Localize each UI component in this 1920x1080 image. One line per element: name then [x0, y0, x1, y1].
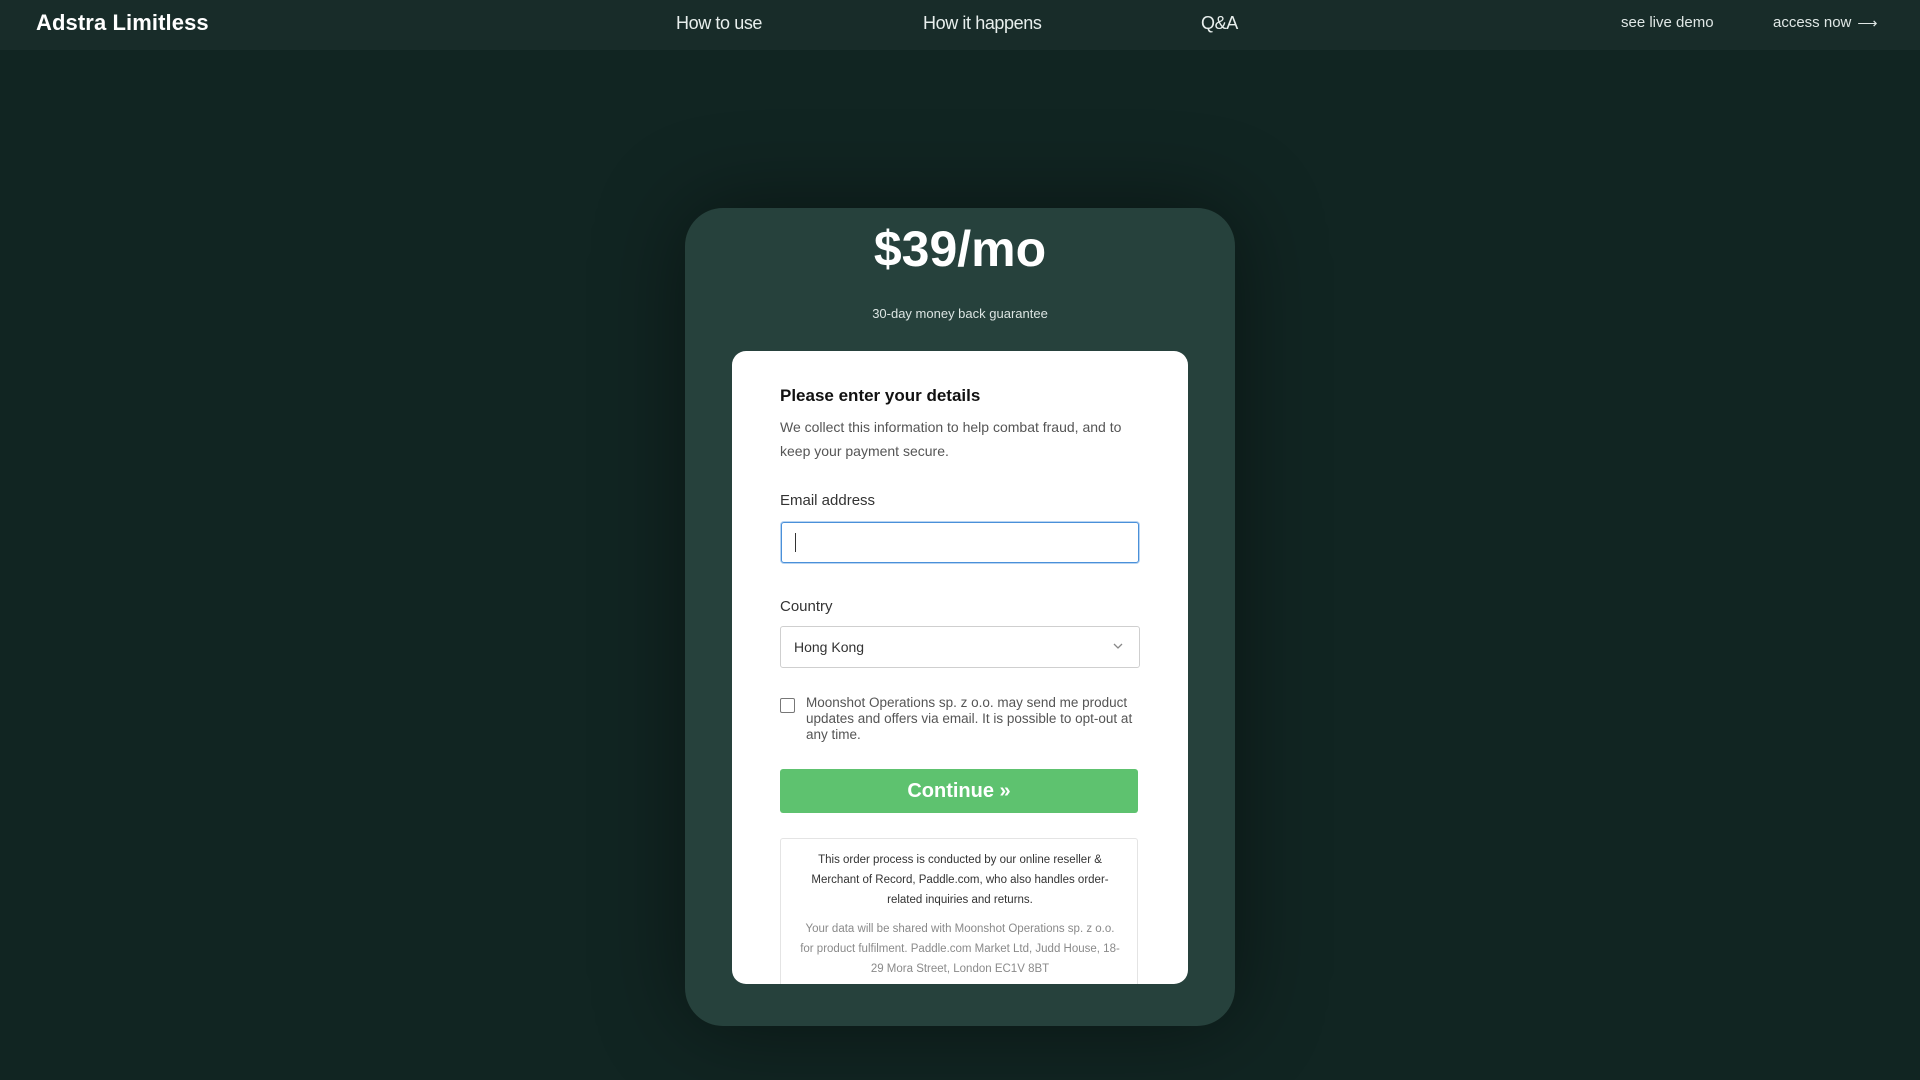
- data-sharing-notice-text: Your data will be shared with Moonshot O…: [800, 923, 1120, 975]
- price-heading: $39/mo: [873, 221, 1047, 277]
- access-now-label: access now: [1773, 14, 1852, 31]
- email-label: Email address: [780, 492, 876, 509]
- see-live-demo-link[interactable]: see live demo: [1621, 14, 1714, 31]
- email-input[interactable]: [781, 522, 1139, 563]
- nav-link-qa[interactable]: Q&A: [1201, 13, 1238, 34]
- access-now-link[interactable]: access now ⟶: [1773, 14, 1877, 31]
- chevron-down-icon: [1113, 643, 1123, 649]
- top-navigation-bar: Adstra Limitless How to use How it happe…: [0, 0, 1920, 50]
- country-label: Country: [780, 598, 833, 615]
- nav-link-how-it-happens[interactable]: How it happens: [923, 13, 1042, 34]
- marketing-consent-text: Moonshot Operations sp. z o.o. may send …: [806, 695, 1133, 742]
- form-description: We collect this information to help comb…: [780, 419, 1122, 459]
- money-back-guarantee: 30-day money back guarantee: [872, 306, 1048, 321]
- form-title: Please enter your details: [780, 386, 981, 405]
- checkout-form-card: Please enter your details We collect thi…: [732, 351, 1188, 984]
- reseller-notice: This order process is conducted by our o…: [780, 838, 1138, 984]
- arrow-right-icon: ⟶: [1857, 15, 1878, 31]
- pricing-panel: $39/mo 30-day money back guarantee Pleas…: [685, 208, 1235, 1026]
- marketing-consent-checkbox[interactable]: [780, 698, 795, 713]
- continue-button[interactable]: Continue »: [780, 769, 1138, 813]
- brand-logo[interactable]: Adstra Limitless: [36, 10, 209, 36]
- reseller-notice-text: This order process is conducted by our o…: [811, 854, 1109, 906]
- text-cursor: [795, 533, 796, 552]
- country-select[interactable]: Hong Kong: [780, 626, 1140, 668]
- nav-link-how-to-use[interactable]: How to use: [676, 13, 762, 34]
- country-selected-value: Hong Kong: [794, 639, 865, 655]
